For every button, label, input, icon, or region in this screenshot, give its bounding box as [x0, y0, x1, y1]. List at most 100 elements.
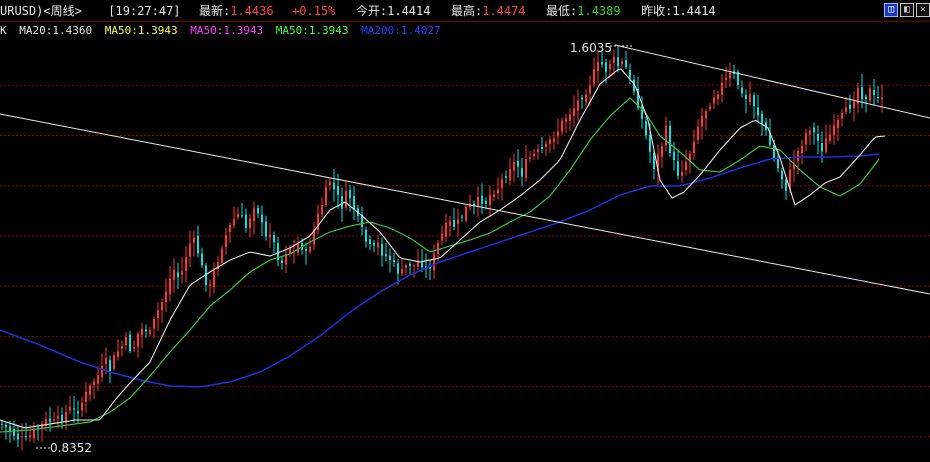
candle-body [701, 115, 703, 127]
candle-body [573, 108, 575, 116]
candle-body [241, 215, 243, 217]
split-window-icon[interactable]: ◧ [900, 3, 914, 17]
candle-body [393, 260, 395, 263]
candle-body [209, 284, 211, 286]
candle-body [765, 122, 767, 130]
candle-body [317, 213, 319, 231]
candle-body [157, 310, 159, 319]
candlestick-chart[interactable]: 1.6035 0.8352 [0, 0, 930, 462]
latest-label: 最新: [199, 4, 231, 18]
candle-body [385, 254, 387, 257]
candle-body [61, 414, 63, 421]
candle-body [1, 423, 3, 425]
candles [1, 46, 883, 451]
candle-body [589, 85, 591, 94]
candle-body [501, 179, 503, 188]
candle-body [621, 61, 623, 65]
candle-body [525, 159, 527, 179]
candle-body [445, 222, 447, 237]
candle-body [13, 428, 15, 436]
candle-body [677, 161, 679, 176]
candle-body [681, 171, 683, 176]
candle-body [5, 424, 7, 428]
candle-body [161, 302, 163, 311]
candle-body [81, 402, 83, 411]
prev-close-label: 昨收: [641, 4, 673, 18]
candle-body [69, 406, 71, 411]
candle-body [817, 134, 819, 141]
candle-body [85, 391, 87, 402]
candle-body [421, 262, 423, 268]
candle-body [773, 144, 775, 159]
candle-body [637, 88, 639, 108]
candle-body [489, 194, 491, 206]
candle-body [769, 132, 771, 145]
candle-body [793, 163, 795, 170]
candle-body [449, 220, 451, 226]
candle-body [41, 423, 43, 429]
candle-body [293, 250, 295, 252]
candle-body [437, 243, 439, 255]
candle-body [173, 269, 175, 280]
candle-body [585, 94, 587, 103]
candle-body [581, 97, 583, 100]
candle-body [833, 125, 835, 136]
gridlines [0, 84, 930, 438]
candle-body [369, 239, 371, 245]
candle-body [73, 408, 75, 410]
candle-body [693, 141, 695, 154]
candle-body [321, 204, 323, 215]
candle-body [77, 411, 79, 414]
latest-value: 1.4436 [230, 4, 274, 18]
candle-body [57, 415, 59, 419]
candle-body [221, 248, 223, 263]
candle-body [841, 112, 843, 119]
candle-body [821, 143, 823, 152]
candle-body [357, 208, 359, 216]
candle-body [721, 82, 723, 95]
candle-body [845, 107, 847, 112]
candle-body [177, 272, 179, 278]
candle-body [497, 189, 499, 194]
candle-body [273, 235, 275, 243]
candle-body [185, 256, 187, 271]
candle-body [45, 418, 47, 427]
candle-body [697, 126, 699, 141]
candle-body [189, 243, 191, 257]
candle-body [53, 419, 55, 421]
candle-body [373, 242, 375, 246]
candle-body [705, 111, 707, 119]
candle-body [605, 62, 607, 72]
candle-body [265, 221, 267, 237]
candle-body [405, 265, 407, 268]
candle-body [269, 234, 271, 238]
candle-body [633, 79, 635, 92]
candle-body [641, 105, 643, 119]
candle-body [21, 436, 23, 438]
candle-body [309, 246, 311, 252]
candle-body [741, 87, 743, 94]
ma200-line [0, 153, 880, 388]
candle-body [305, 248, 307, 251]
candle-body [761, 113, 763, 124]
candle-body [381, 243, 383, 256]
candle-body [33, 429, 35, 439]
quote-header: URUSD)<周线> [19:27:47] 最新:1.4436 +0.15% 今… [0, 0, 930, 22]
candle-body [881, 97, 883, 100]
candle-body [457, 219, 459, 224]
candle-body [477, 197, 479, 207]
candle-body [645, 121, 647, 136]
candle-body [249, 218, 251, 228]
candle-body [509, 169, 511, 181]
low-value: 1.4389 [577, 4, 621, 18]
close-window-icon[interactable]: ✕ [916, 3, 930, 17]
candle-body [409, 263, 411, 266]
candle-body [513, 162, 515, 171]
restore-window-icon[interactable]: ◫ [884, 3, 898, 17]
candle-body [25, 436, 27, 438]
candle-body [49, 418, 51, 422]
candle-body [789, 169, 791, 190]
low-label: 最低: [546, 4, 578, 18]
candle-body [417, 260, 419, 267]
high-label: 最高: [450, 4, 483, 18]
